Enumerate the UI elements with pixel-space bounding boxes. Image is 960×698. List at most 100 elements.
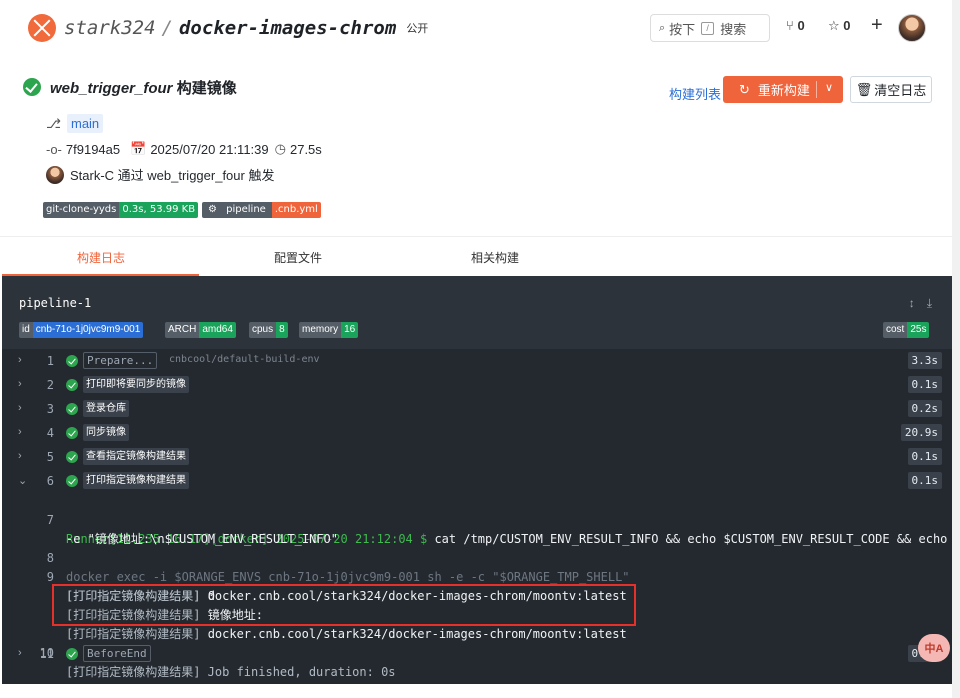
download-icon[interactable]: ⤓	[927, 296, 932, 310]
chevron-right-icon[interactable]: ›	[18, 426, 22, 438]
star-count[interactable]: ☆ 0	[828, 18, 851, 34]
refresh-icon: ↻	[739, 81, 750, 97]
tab-bar: 构建日志 配置文件 相关构建	[0, 236, 952, 276]
visibility-badge: 公开	[406, 23, 429, 35]
success-check-icon	[23, 78, 41, 96]
step-row[interactable]: › 4 同步镜像 20.9s	[2, 421, 952, 445]
collapse-icon[interactable]: ↕	[909, 296, 915, 310]
git-clone-badge: git-clone-yyds 0.3s, 53.99 KB	[43, 202, 199, 218]
chevron-right-icon[interactable]: ›	[18, 450, 22, 462]
success-check-icon	[66, 427, 78, 439]
slash-key-icon: /	[701, 21, 715, 35]
clear-log-label: 清空日志	[874, 83, 927, 98]
chip-memory: memory 16	[299, 322, 359, 338]
page-scrollbar[interactable]	[952, 0, 960, 698]
build-title-suffix: 构建镜像	[176, 80, 237, 97]
tab-config-file[interactable]: 配置文件	[274, 249, 322, 266]
chip-value: cnb-71o-1j0jvc9m9-001	[32, 322, 144, 338]
owner-link[interactable]: stark324	[64, 17, 156, 39]
step-label: 打印指定镜像构建结果	[83, 472, 189, 489]
tab-build-log[interactable]: 构建日志	[77, 249, 125, 266]
button-divider	[816, 81, 817, 98]
tab-related-builds[interactable]: 相关构建	[471, 249, 519, 266]
step-row[interactable]: › 1 Prepare... cnbcool/default-build-env…	[2, 349, 952, 373]
step-image: cnbcool/default-build-env	[169, 354, 320, 365]
chip-id: id cnb-71o-1j0jvc9m9-001	[19, 322, 144, 338]
chip-key: ARCH	[165, 322, 200, 338]
step-number: 1	[46, 354, 54, 368]
build-list-link[interactable]: 构建列表	[669, 84, 721, 103]
success-check-icon	[66, 648, 78, 660]
chevron-down-icon[interactable]: ⌄	[18, 474, 27, 487]
search-box[interactable]: ⌕ 按下 / 搜索	[650, 14, 770, 42]
step-number: 3	[46, 402, 54, 416]
pipeline-title: pipeline-1	[19, 296, 92, 310]
step-duration: 0.1s	[907, 472, 942, 489]
pipeline-icon: ⚙	[208, 204, 217, 215]
chevron-right-icon[interactable]: ›	[18, 402, 22, 414]
badge-key: ⚙ pipeline	[202, 202, 272, 218]
step-number: 11	[39, 647, 54, 661]
step-row-expanded[interactable]: ⌄ 6 打印指定镜像构建结果 0.1s	[2, 469, 952, 493]
step-label: 同步镜像	[83, 424, 129, 441]
step-duration: 3.3s	[907, 352, 942, 369]
step-duration: 0.1s	[907, 448, 942, 465]
top-bar: stark324/docker-images-chrom 公开	[0, 0, 960, 56]
clear-log-button[interactable]: 🗑 清空日志	[850, 76, 932, 103]
translate-float-button[interactable]: 中A	[918, 634, 950, 662]
step-label: 查看指定镜像构建结果	[83, 448, 189, 465]
step-label: 登录仓库	[83, 400, 129, 417]
step-duration: 0.2s	[907, 400, 942, 417]
user-avatar[interactable]	[898, 14, 926, 42]
plus-icon[interactable]: +	[871, 14, 883, 37]
fork-count[interactable]: ⑂ 0	[786, 18, 805, 33]
chip-value: 8	[276, 322, 288, 338]
trash-icon: 🗑	[855, 81, 873, 97]
branch-row: ⎇ main	[46, 114, 104, 133]
clock-icon: ◷	[274, 141, 286, 156]
pipeline-badge[interactable]: ⚙ pipeline .cnb.yml	[202, 202, 321, 218]
chip-key: memory	[299, 322, 342, 338]
chip-key: cost	[883, 322, 908, 338]
pipeline-actions: ↕ ⤓	[909, 296, 932, 311]
repo-link[interactable]: docker-images-chrom	[179, 17, 396, 39]
cnb-logo-icon[interactable]	[28, 14, 56, 42]
search-action-label: 搜索	[720, 21, 747, 37]
chip-arch: ARCH amd64	[165, 322, 236, 338]
step-number: 2	[46, 378, 54, 392]
step-row[interactable]: › 2 打印即将要同步的镜像 0.1s	[2, 373, 952, 397]
breadcrumb-separator: /	[161, 17, 173, 39]
star-icon: ☆	[828, 18, 840, 33]
step-duration: 20.9s	[900, 424, 942, 441]
chevron-right-icon[interactable]: ›	[18, 647, 22, 659]
chip-key: id	[19, 322, 33, 338]
search-icon: ⌕	[659, 21, 666, 34]
badge-key-text: pipeline	[226, 204, 266, 215]
step-row[interactable]: › 3 登录仓库 0.2s	[2, 397, 952, 421]
chevron-down-icon[interactable]: ∨	[825, 81, 833, 94]
branch-tag[interactable]: main	[66, 114, 104, 133]
chevron-right-icon[interactable]: ›	[18, 354, 22, 366]
step-row[interactable]: › 5 查看指定镜像构建结果 0.1s	[2, 445, 952, 469]
chip-value: 25s	[907, 322, 930, 338]
chip-cpus: cpus 8	[249, 322, 288, 338]
triggered-by-text: Stark-C 通过 web_trigger_four 触发	[70, 168, 275, 183]
chip-value: 16	[341, 322, 359, 338]
chevron-right-icon[interactable]: ›	[18, 378, 22, 390]
rebuild-button[interactable]: ↻ 重新构建 ∨	[723, 76, 843, 103]
repo-breadcrumb: stark324/ docker-images-chrom	[64, 17, 396, 39]
step-duration: 0.1s	[907, 376, 942, 393]
step-number: 4	[46, 426, 54, 440]
step-row[interactable]: › 11 BeforeEnd 0.1s	[2, 642, 952, 666]
build-date: 2025/07/20 21:11:39	[150, 141, 269, 157]
pipeline-header: pipeline-1 ↕ ⤓ id cnb-71o-1j0jvc9m9-001 AR…	[2, 276, 952, 349]
step-label: 打印即将要同步的镜像	[83, 376, 189, 393]
step-number: 5	[46, 450, 54, 464]
badge-value: .cnb.yml	[271, 202, 321, 218]
build-title: web_trigger_four 构建镜像	[50, 77, 237, 98]
commit-row: -o- 7f9194a5 📅 2025/07/20 21:11:39 ◷ 27.…	[46, 141, 322, 157]
success-check-icon	[66, 379, 78, 391]
commit-sha[interactable]: 7f9194a5	[66, 142, 120, 157]
star-count-value: 0	[843, 18, 851, 33]
badge-value: 0.3s, 53.99 KB	[119, 202, 199, 218]
